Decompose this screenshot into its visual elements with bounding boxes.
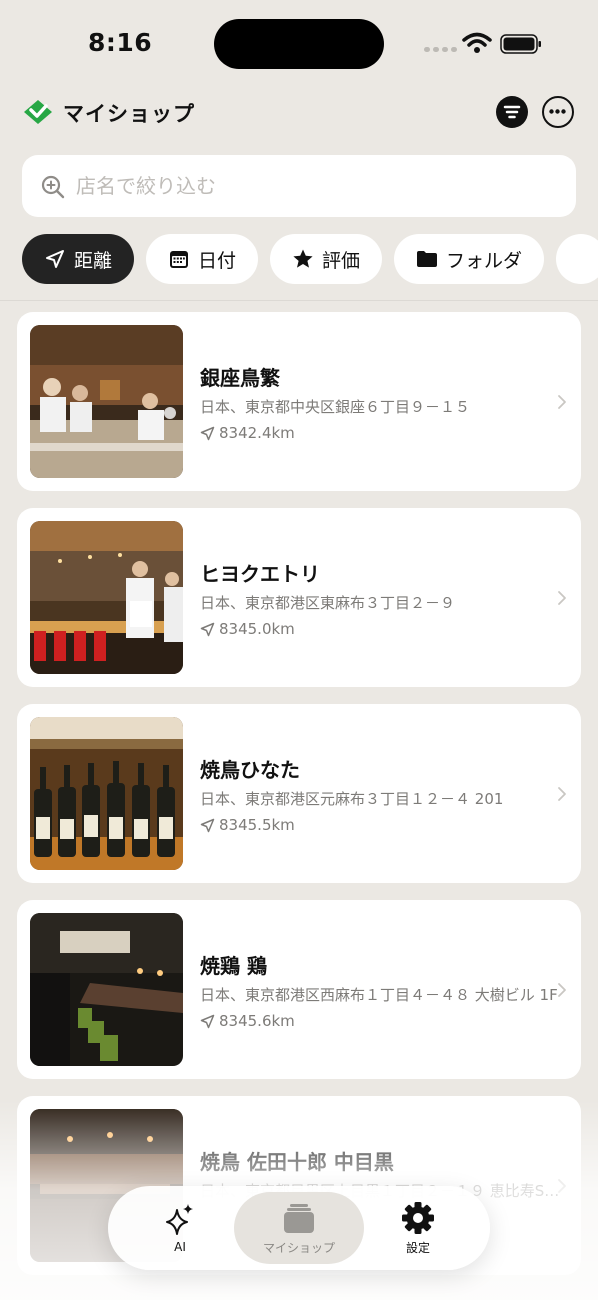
chip-label: 評価 (322, 249, 361, 272)
shop-card[interactable]: 焼鳥ひなた 日本、東京都港区元麻布３丁目１２－４ 201 8345.5km (17, 704, 581, 883)
shop-card[interactable]: 銀座鳥繁 日本、東京都中央区銀座６丁目９－１５ 8342.4km (17, 312, 581, 491)
tab-label: AI (174, 1240, 186, 1254)
distance-text: 8345.0km (219, 620, 295, 638)
shop-name: 銀座鳥繁 (200, 366, 280, 390)
star-icon (293, 249, 313, 268)
shop-list: 銀座鳥繁 日本、東京都中央区銀座６丁目９－１５ 8342.4km ヒヨクエトリ … (17, 312, 581, 1292)
chip-rating[interactable]: 評価 (270, 234, 383, 284)
shop-distance: 8345.6km (200, 1012, 295, 1030)
shop-distance: 8342.4km (200, 424, 295, 442)
shop-name: ヒヨクエトリ (200, 562, 320, 586)
location-arrow-icon (46, 250, 64, 268)
chevron-right-icon (558, 395, 566, 409)
shop-photo (30, 717, 183, 870)
more-button[interactable] (542, 96, 574, 128)
chevron-right-icon (558, 1179, 566, 1193)
divider (0, 300, 598, 301)
distance-text: 8345.6km (219, 1012, 295, 1030)
calendar-icon (170, 251, 189, 268)
shop-name: 焼鳥 佐田十郎 中目黒 (200, 1150, 394, 1174)
shop-photo (30, 521, 183, 674)
filter-lines-icon (503, 105, 521, 119)
search-bar[interactable] (22, 155, 576, 217)
shop-address: 日本、東京都港区元麻布３丁目１２－４ 201 (200, 790, 504, 808)
wifi-icon (462, 32, 492, 53)
tab-ai[interactable]: AI (122, 1192, 238, 1264)
shop-card[interactable]: ヒヨクエトリ 日本、東京都港区東麻布３丁目２－９ 8345.0km (17, 508, 581, 687)
distance-text: 8345.5km (219, 816, 295, 834)
sort-chips: 距離 日付 評価 フォルダ (22, 234, 598, 286)
ellipsis-circle-icon (549, 109, 566, 114)
shop-address: 日本、東京都中央区銀座６丁目９－１５ (200, 398, 471, 416)
green-diamond-check-icon (24, 100, 52, 124)
screen: 8:16 マイショップ 店名で絞り込む 距離 日付 評価 フォルダ 銀座鳥繁 日… (0, 0, 598, 1300)
signal-icon (424, 47, 457, 52)
distance-text: 8342.4km (219, 424, 295, 442)
status-time: 8:16 (88, 28, 153, 57)
tab-my-shop[interactable]: マイショップ (234, 1192, 364, 1264)
chip-label: 日付 (198, 249, 237, 272)
shop-photo (30, 325, 183, 478)
chip-more[interactable] (556, 234, 598, 284)
location-arrow-icon (200, 1014, 215, 1028)
chip-label: フォルダ (446, 249, 523, 272)
app-header: マイショップ (0, 90, 598, 140)
status-bar: 8:16 (0, 0, 598, 90)
battery-icon (500, 34, 541, 54)
location-arrow-icon (200, 622, 215, 636)
search-input[interactable] (76, 155, 556, 217)
folder-icon (417, 251, 438, 267)
shop-photo (30, 913, 183, 1066)
chip-label: 距離 (74, 249, 113, 272)
location-arrow-icon (200, 426, 215, 440)
page-title: マイショップ (63, 102, 195, 126)
shop-name: 焼鶏 鶏 (200, 954, 267, 978)
shop-name: 焼鳥ひなた (200, 758, 300, 782)
chip-folder[interactable]: フォルダ (394, 234, 545, 284)
tab-label: マイショップ (262, 1240, 335, 1255)
shop-distance: 8345.0km (200, 620, 295, 638)
chip-distance[interactable]: 距離 (22, 234, 135, 284)
tab-label: 設定 (405, 1240, 430, 1255)
chevron-right-icon (558, 591, 566, 605)
chip-date[interactable]: 日付 (146, 234, 259, 284)
shop-distance: 8345.5km (200, 816, 295, 834)
shop-address: 日本、東京都港区東麻布３丁目２－９ (200, 594, 456, 612)
chevron-right-icon (558, 983, 566, 997)
tab-bar: AI マイショップ 設定 (108, 1186, 490, 1270)
shop-address: 日本、東京都港区西麻布１丁目４－４８ 大樹ビル 1F (200, 986, 558, 1004)
chevron-right-icon (558, 787, 566, 801)
filter-button[interactable] (496, 96, 528, 128)
dynamic-island (214, 19, 384, 69)
location-arrow-icon (200, 818, 215, 832)
sparkles-icon (166, 1204, 193, 1235)
zoom-in-icon (41, 175, 65, 199)
gear-icon (402, 1201, 434, 1234)
shop-card[interactable]: 焼鶏 鶏 日本、東京都港区西麻布１丁目４－４８ 大樹ビル 1F 8345.6km (17, 900, 581, 1079)
tab-settings[interactable]: 設定 (360, 1192, 476, 1264)
stack-cards-icon (284, 1203, 314, 1233)
